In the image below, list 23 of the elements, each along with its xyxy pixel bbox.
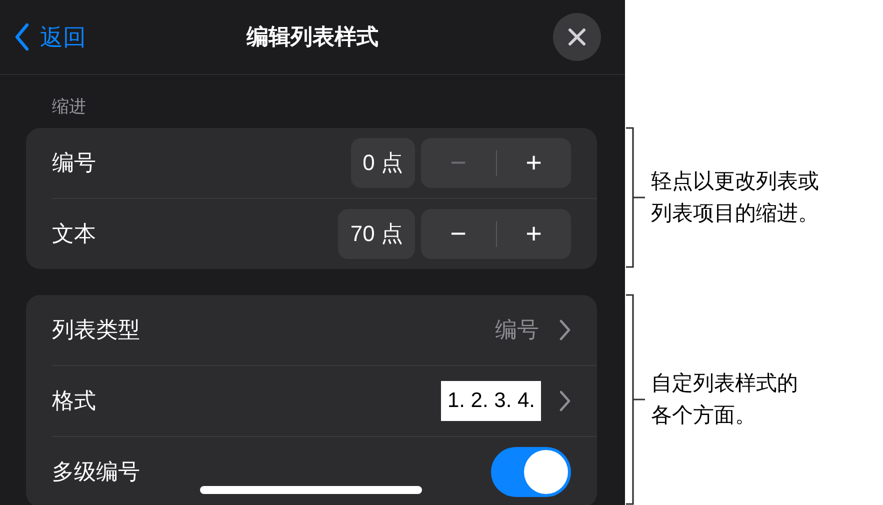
format-preview: 1. 2. 3. 4. [441,381,541,421]
callout-text: 轻点以更改列表或 列表项目的缩进。 [651,169,819,226]
increment-button[interactable]: + [496,209,571,259]
back-chevron-icon [14,23,30,51]
close-icon [568,28,586,46]
toggle-switch[interactable] [491,447,571,497]
row-label: 列表类型 [52,316,141,344]
indent-value: 0 点 [350,138,415,188]
panel-title: 编辑列表样式 [246,24,378,49]
increment-button[interactable]: + [496,138,571,188]
chevron-icon [559,319,571,341]
close-button[interactable] [553,13,601,61]
callout-text: 自定列表样式的 各个方面。 [651,371,798,428]
row-label: 编号 [52,149,97,177]
row-label: 格式 [52,387,97,415]
back-button[interactable]: 返回 [14,22,86,52]
section-label: 缩进 [52,96,86,118]
row-label: 文本 [52,220,97,248]
indent-value: 70 点 [338,209,415,259]
row-value: 编号 [495,316,539,344]
chevron-icon [559,390,571,412]
decrement-button[interactable]: − [421,209,496,259]
row-label: 多级编号 [52,458,141,486]
